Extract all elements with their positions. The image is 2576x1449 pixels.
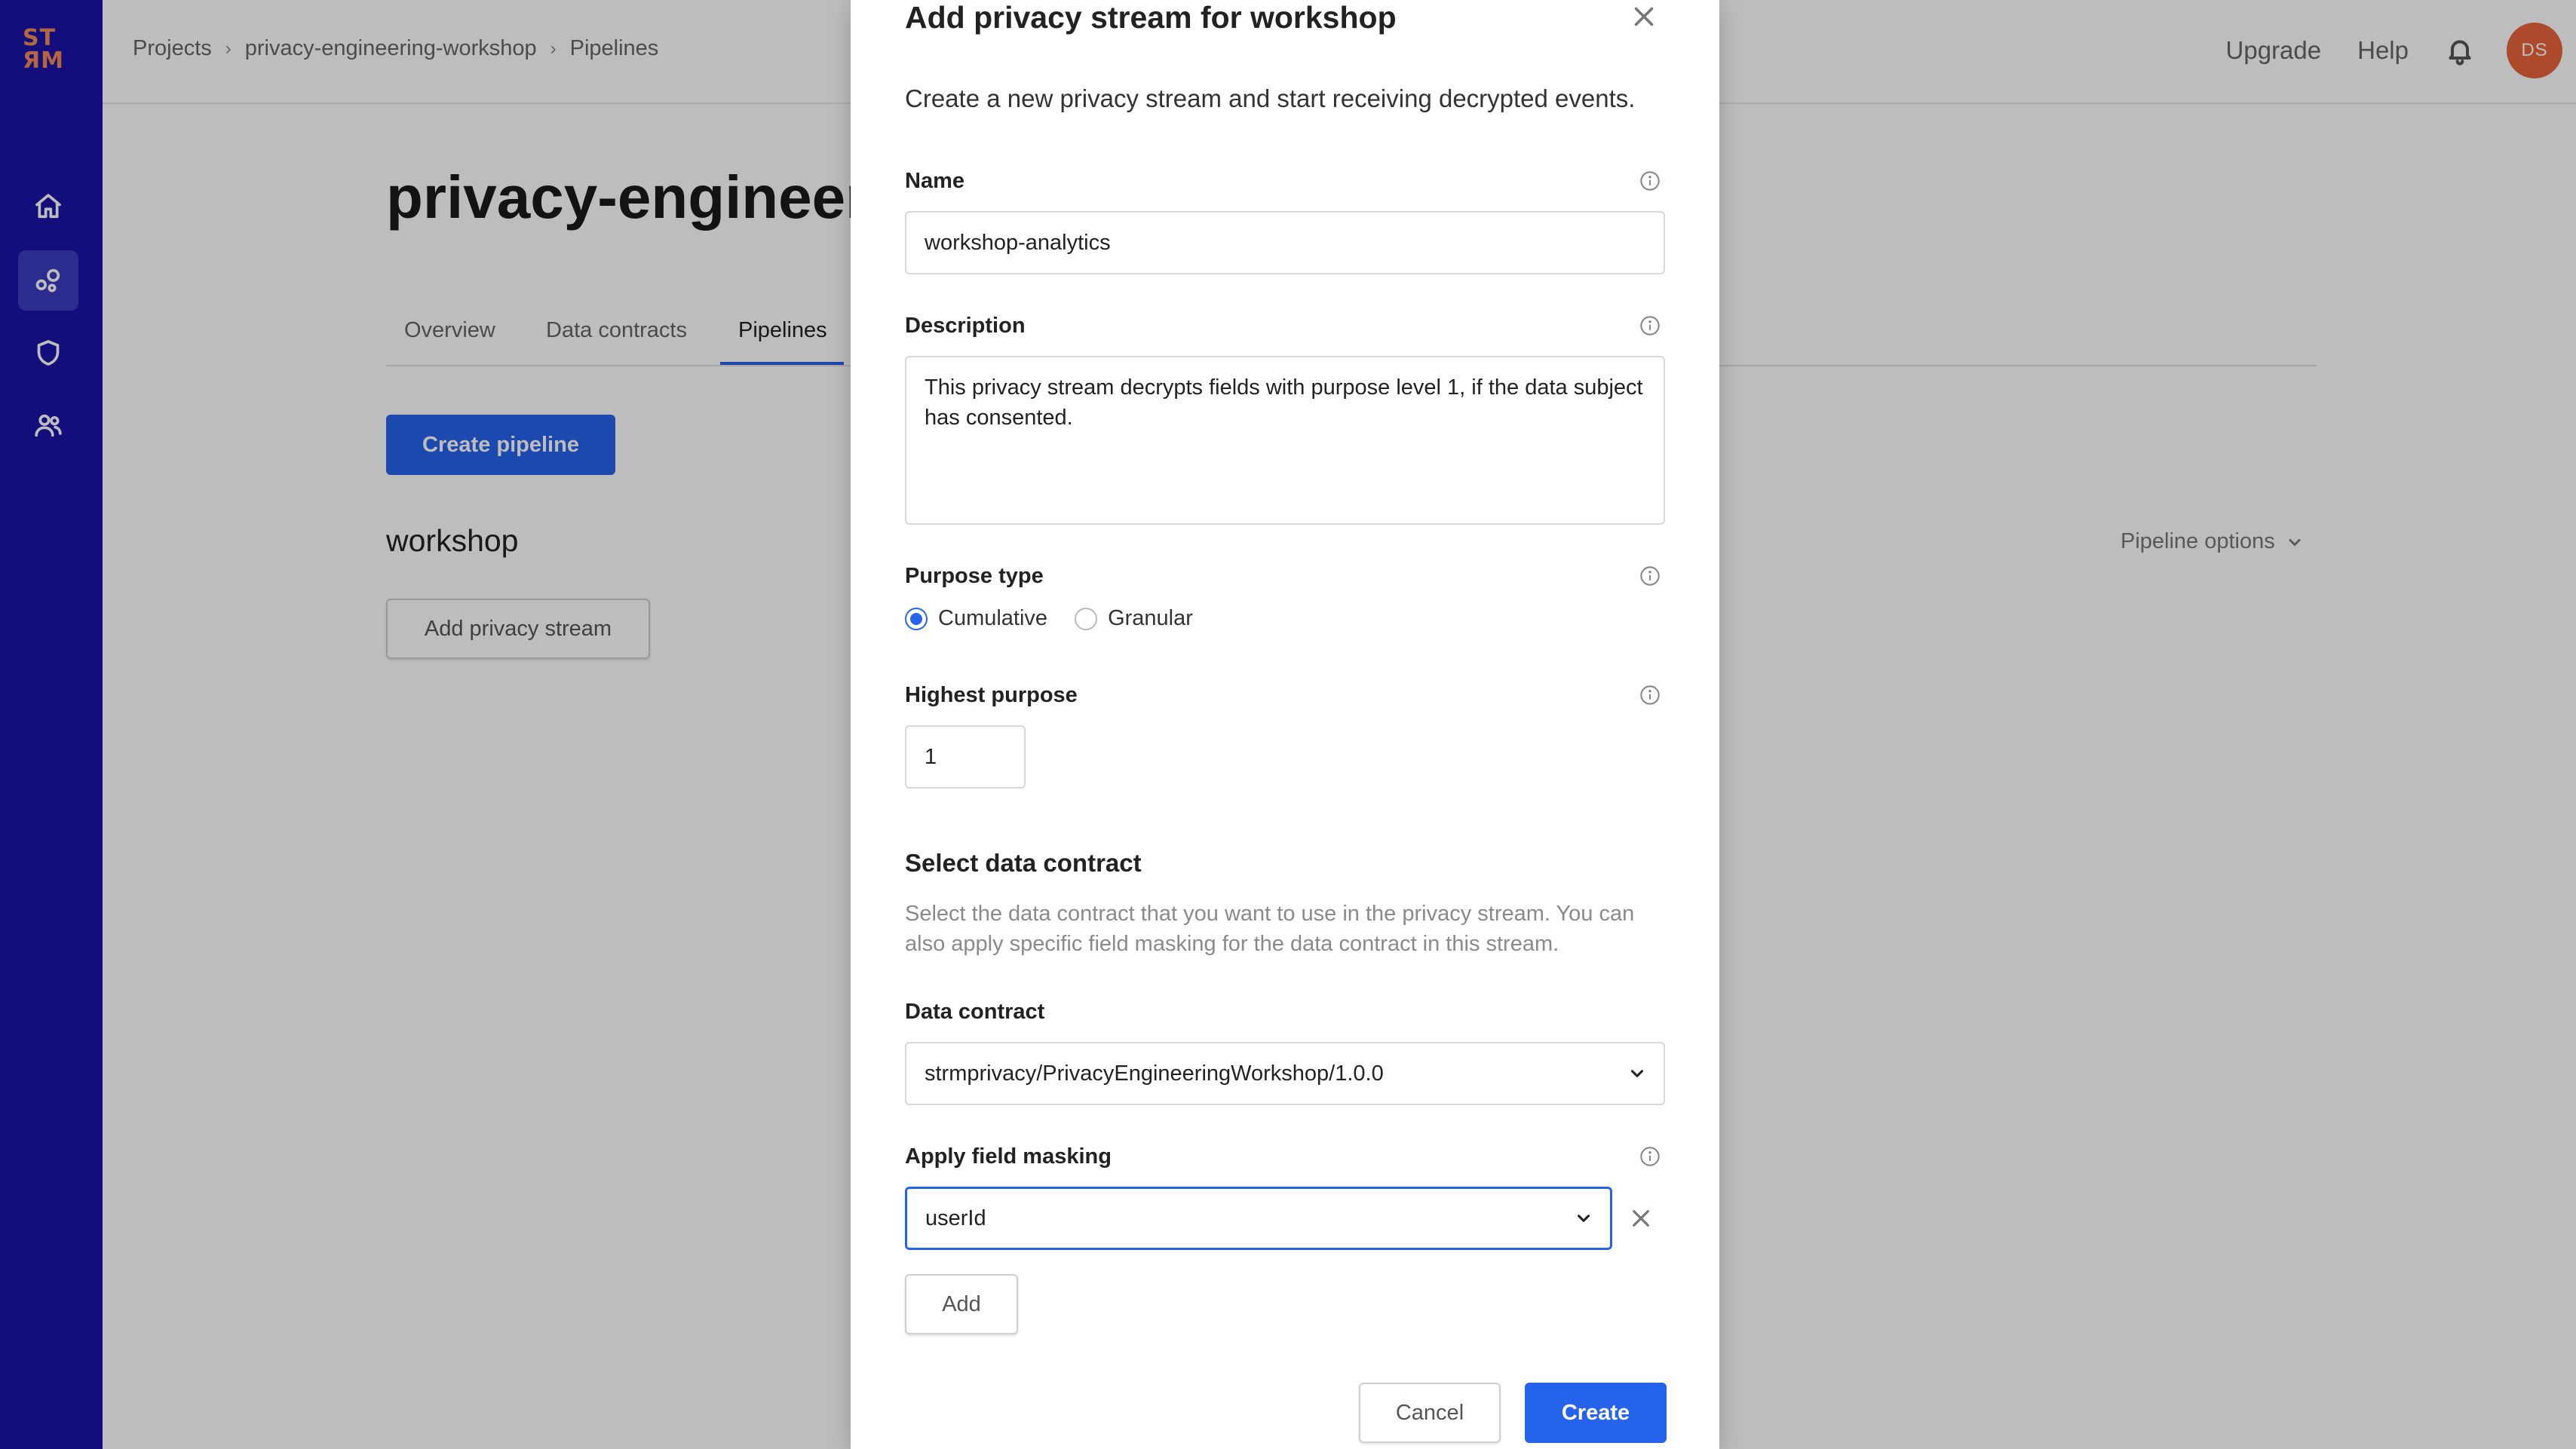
radio-granular-label[interactable]: Granular [1108, 606, 1193, 631]
close-icon[interactable] [1630, 3, 1658, 30]
create-button[interactable]: Create [1525, 1383, 1667, 1443]
info-icon[interactable] [1639, 565, 1661, 587]
highest-purpose-input[interactable]: 1 [905, 725, 1026, 789]
select-data-contract-heading: Select data contract [905, 849, 1142, 877]
add-field-masking-button[interactable]: Add [905, 1274, 1018, 1334]
dialog-title: Add privacy stream for workshop [905, 0, 1397, 35]
info-icon[interactable] [1639, 170, 1661, 191]
description-label: Description [905, 314, 1026, 338]
dialog-subtitle: Create a new privacy stream and start re… [905, 84, 1636, 112]
data-contract-label: Data contract [905, 1000, 1045, 1024]
name-input-value: workshop-analytics [925, 230, 1111, 255]
radio-granular[interactable] [1075, 607, 1098, 630]
info-icon[interactable] [1639, 685, 1661, 706]
radio-cumulative[interactable] [905, 607, 928, 630]
remove-field-masking-icon[interactable] [1629, 1206, 1653, 1230]
select-data-contract-help: Select the data contract that you want t… [905, 902, 1635, 956]
data-contract-select[interactable]: strmprivacy/PrivacyEngineeringWorkshop/1… [905, 1042, 1665, 1105]
add-privacy-stream-dialog: Add privacy stream for workshop Create a… [851, 0, 1719, 1449]
chevron-down-icon [1627, 1064, 1647, 1083]
field-masking-select[interactable]: userId [905, 1187, 1612, 1250]
highest-purpose-value: 1 [925, 744, 937, 769]
field-masking-label: Apply field masking [905, 1144, 1112, 1169]
purpose-type-label: Purpose type [905, 564, 1044, 588]
name-label: Name [905, 169, 964, 193]
description-value: This privacy stream decrypts fields with… [925, 375, 1643, 430]
cancel-button[interactable]: Cancel [1359, 1383, 1501, 1443]
highest-purpose-label: Highest purpose [905, 683, 1078, 707]
info-icon[interactable] [1639, 1146, 1661, 1167]
name-input[interactable]: workshop-analytics [905, 211, 1665, 274]
chevron-down-icon [1574, 1209, 1593, 1228]
field-masking-value: userId [925, 1205, 986, 1230]
radio-cumulative-label[interactable]: Cumulative [938, 606, 1047, 631]
purpose-type-group: Cumulative Granular [905, 606, 1220, 631]
description-textarea[interactable]: This privacy stream decrypts fields with… [905, 356, 1665, 525]
info-icon[interactable] [1639, 315, 1661, 336]
data-contract-value: strmprivacy/PrivacyEngineeringWorkshop/1… [925, 1061, 1384, 1086]
